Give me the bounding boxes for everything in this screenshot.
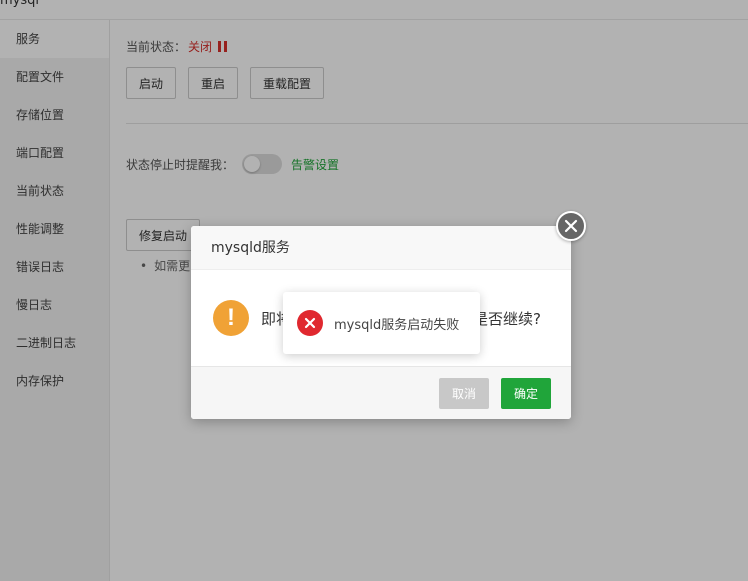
dialog-footer: 取消 确定 [191,366,571,419]
cancel-button[interactable]: 取消 [439,378,489,409]
x-circle-icon [297,310,323,336]
confirm-button[interactable]: 确定 [501,378,551,409]
close-icon[interactable] [556,211,586,241]
toast-message: mysqld服务启动失败 [334,317,460,333]
error-toast: mysqld服务启动失败 [283,292,480,354]
dialog-title: mysqld服务 [191,226,571,270]
exclamation-icon: ! [213,300,249,336]
dialog-message-end: 是否继续? [473,310,541,328]
